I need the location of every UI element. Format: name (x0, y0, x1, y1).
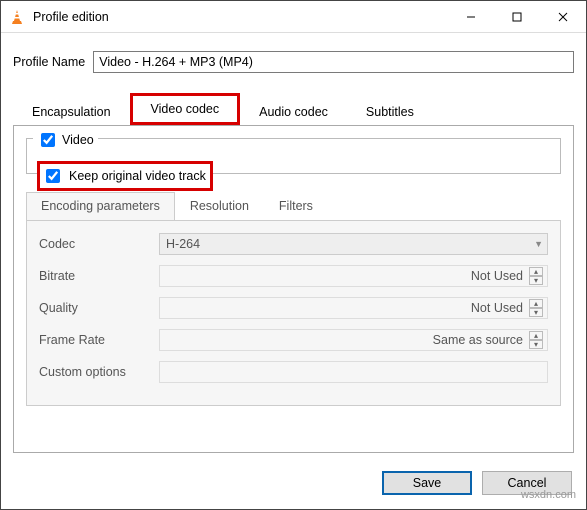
spinner-icon: ▴▾ (529, 267, 543, 285)
framerate-row: Frame Rate Same as source ▴▾ (39, 329, 548, 351)
quality-row: Quality Not Used ▴▾ (39, 297, 548, 319)
codec-value: H-264 (166, 237, 200, 251)
subtab-filters[interactable]: Filters (264, 192, 328, 220)
subtab-encoding[interactable]: Encoding parameters (26, 192, 175, 220)
minimize-icon (466, 12, 476, 22)
video-codec-panel: Video Keep original video track Encoding… (13, 125, 574, 453)
codec-row: Codec H-264 ▼ (39, 233, 548, 255)
tab-subtitles[interactable]: Subtitles (347, 98, 433, 125)
bitrate-value: Not Used (471, 269, 523, 283)
main-tabs: Encapsulation Video codec Audio codec Su… (13, 93, 574, 125)
subtab-resolution[interactable]: Resolution (175, 192, 264, 220)
custom-options-row: Custom options (39, 361, 548, 383)
dialog-buttons: Save Cancel (1, 463, 586, 509)
quality-value: Not Used (471, 301, 523, 315)
codec-select[interactable]: H-264 ▼ (159, 233, 548, 255)
quality-spinner[interactable]: Not Used ▴▾ (159, 297, 548, 319)
tab-video-codec[interactable]: Video codec (130, 93, 241, 125)
vlc-icon (9, 9, 25, 25)
video-fieldset: Video Keep original video track (26, 138, 561, 174)
chevron-down-icon: ▼ (534, 239, 543, 249)
custom-options-input[interactable] (159, 361, 548, 383)
bitrate-row: Bitrate Not Used ▴▾ (39, 265, 548, 287)
codec-label: Codec (39, 237, 159, 251)
video-checkbox-label: Video (62, 133, 94, 147)
tab-encapsulation[interactable]: Encapsulation (13, 98, 130, 125)
profile-name-label: Profile Name (13, 55, 85, 69)
window-title: Profile edition (33, 10, 448, 24)
custom-options-label: Custom options (39, 365, 159, 379)
maximize-icon (512, 12, 522, 22)
spinner-icon: ▴▾ (529, 299, 543, 317)
keep-original-checkbox[interactable] (46, 169, 60, 183)
keep-original-row: Keep original video track (37, 161, 213, 191)
titlebar: Profile edition (1, 1, 586, 33)
keep-original-label: Keep original video track (69, 169, 206, 183)
encoding-subtabs: Encoding parameters Resolution Filters (26, 192, 561, 220)
tab-audio-codec[interactable]: Audio codec (240, 98, 347, 125)
video-checkbox[interactable] (41, 133, 55, 147)
bitrate-label: Bitrate (39, 269, 159, 283)
video-checkbox-row: Video (33, 130, 98, 150)
framerate-spinner[interactable]: Same as source ▴▾ (159, 329, 548, 351)
framerate-value: Same as source (433, 333, 523, 347)
close-icon (558, 12, 568, 22)
encoding-parameters-panel: Codec H-264 ▼ Bitrate Not Used ▴▾ Qualit… (26, 220, 561, 406)
profile-name-row: Profile Name (1, 33, 586, 81)
maximize-button[interactable] (494, 1, 540, 32)
spinner-icon: ▴▾ (529, 331, 543, 349)
dialog-window: Profile edition Profile Name Encapsulati… (0, 0, 587, 510)
bitrate-spinner[interactable]: Not Used ▴▾ (159, 265, 548, 287)
profile-name-input[interactable] (93, 51, 574, 73)
minimize-button[interactable] (448, 1, 494, 32)
cancel-button[interactable]: Cancel (482, 471, 572, 495)
quality-label: Quality (39, 301, 159, 315)
framerate-label: Frame Rate (39, 333, 159, 347)
save-button[interactable]: Save (382, 471, 472, 495)
window-controls (448, 1, 586, 32)
close-button[interactable] (540, 1, 586, 32)
